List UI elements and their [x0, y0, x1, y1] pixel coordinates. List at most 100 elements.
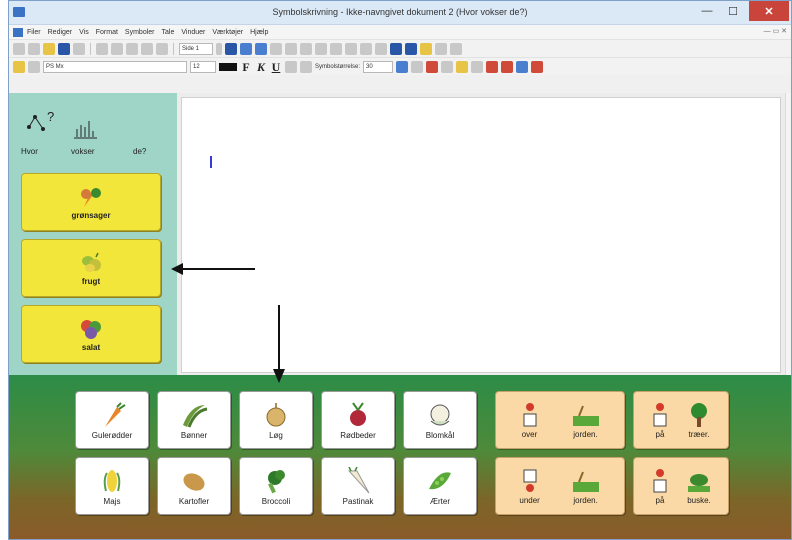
font-name-field[interactable]: PS Mx — [43, 60, 187, 73]
close-button[interactable]: ✕ — [749, 1, 789, 21]
symbol-size-label: Symbolstørrelse: — [315, 63, 361, 70]
grid-label: Kartofler — [178, 496, 210, 506]
symbol-size-field[interactable]: 30 — [363, 60, 394, 73]
phrase-button-paa-buske[interactable]: på buske. — [633, 457, 729, 515]
paste-icon[interactable] — [126, 42, 138, 55]
arrow-right-icon[interactable] — [360, 42, 372, 55]
print-icon[interactable] — [73, 42, 85, 55]
symbol-color-icon[interactable] — [426, 60, 439, 73]
vertical-scrollbar[interactable] — [785, 93, 791, 375]
cross-icon[interactable] — [486, 60, 499, 73]
font-size-field[interactable]: 12 — [190, 60, 216, 73]
pencil-icon[interactable] — [13, 60, 25, 73]
menu-tale[interactable]: Tale — [162, 29, 175, 36]
page-spinner-icon[interactable] — [216, 42, 222, 55]
align-right-icon[interactable] — [255, 42, 267, 55]
category-label: frugt — [81, 276, 101, 286]
grid-button-majs[interactable]: Majs — [75, 457, 149, 515]
minimize-button[interactable]: — — [695, 1, 719, 21]
page-field[interactable]: Side 1 — [179, 42, 213, 55]
oval-shape-icon[interactable] — [456, 60, 469, 73]
subscript-icon[interactable] — [300, 60, 312, 73]
maximize-button[interactable]: ☐ — [721, 1, 745, 21]
phrase-word: under — [519, 495, 540, 505]
grid-button-roedbeder[interactable]: Rødbeder — [321, 391, 395, 449]
numbered-list-icon[interactable] — [330, 42, 342, 55]
grid-button-blomkaal[interactable]: Blomkål — [403, 391, 477, 449]
header-word-hvor: Hvor — [21, 147, 38, 156]
cross-small-icon[interactable] — [501, 60, 514, 73]
peas-icon — [429, 471, 451, 489]
category-button-groensager[interactable]: grønsager — [21, 173, 161, 231]
eraser-icon[interactable] — [28, 60, 40, 73]
symbol-toggle-icon[interactable] — [396, 60, 409, 73]
superscript-icon[interactable] — [285, 60, 297, 73]
settings-icon[interactable] — [435, 42, 447, 55]
symbol-text-icon[interactable] — [411, 60, 424, 73]
menu-format[interactable]: Format — [96, 29, 118, 36]
table-icon[interactable] — [405, 42, 417, 55]
grid-view-icon[interactable] — [390, 42, 402, 55]
menu-filer[interactable]: Filer — [27, 29, 41, 36]
menu-vis[interactable]: Vis — [79, 29, 89, 36]
grid-button-boenner[interactable]: Bønner — [157, 391, 231, 449]
cut-icon[interactable] — [96, 42, 108, 55]
app-window: Symbolskrivning - Ikke-navngivet dokumen… — [8, 0, 792, 540]
carrot-icon — [105, 401, 126, 427]
menu-vinduer[interactable]: Vinduer — [181, 29, 205, 36]
phrase-button-under-jorden[interactable]: under jorden. — [495, 457, 625, 515]
justify-icon[interactable] — [270, 42, 282, 55]
potato-icon — [183, 472, 205, 491]
redo-icon[interactable] — [156, 42, 168, 55]
grid-label: Gulerødder — [91, 430, 133, 440]
tree-icon — [691, 402, 707, 427]
grid-icon[interactable] — [375, 42, 387, 55]
open-folder-icon[interactable] — [43, 42, 55, 55]
standard-toolbar: Side 1 — [9, 39, 791, 57]
menu-rediger[interactable]: Rediger — [48, 29, 73, 36]
edit-icon[interactable] — [450, 42, 462, 55]
copy-icon[interactable] — [111, 42, 123, 55]
grid-button-pastinak[interactable]: Pastinak — [321, 457, 395, 515]
broccoli-icon — [268, 469, 285, 493]
save-icon[interactable] — [58, 42, 70, 55]
menu-hjaelp[interactable]: Hjælp — [250, 29, 268, 36]
document-window-controls[interactable]: — ▭ ✕ — [764, 27, 787, 35]
arrow-left-icon[interactable] — [345, 42, 357, 55]
cauliflower-icon — [430, 404, 450, 425]
italic-button[interactable]: K — [255, 61, 267, 73]
flag-icon[interactable] — [531, 60, 544, 73]
bold-button[interactable]: F — [240, 61, 252, 73]
indent-icon[interactable] — [285, 42, 297, 55]
text-color-swatch[interactable] — [219, 62, 237, 71]
grid-button-broccoli[interactable]: Broccoli — [239, 457, 313, 515]
phrase-button-over-jorden[interactable]: over jorden. — [495, 391, 625, 449]
new-document-icon[interactable] — [28, 42, 40, 55]
symbol-option-icon[interactable] — [441, 60, 454, 73]
menu-vaerktoejer[interactable]: Værktøjer — [212, 29, 243, 36]
layout-icon[interactable] — [13, 42, 25, 55]
grid-button-gulerodder[interactable]: Gulerødder — [75, 391, 149, 449]
category-panel: ? Hvor vokser de? grønsager frugt salat — [9, 93, 177, 375]
undo-icon[interactable] — [141, 42, 153, 55]
category-button-frugt[interactable]: frugt — [21, 239, 161, 297]
align-left-icon[interactable] — [225, 42, 237, 55]
svg-text:?: ? — [47, 109, 54, 124]
outdent-icon[interactable] — [300, 42, 312, 55]
fruit-icon — [82, 252, 101, 272]
phrase-button-paa-traeer[interactable]: på træer. — [633, 391, 729, 449]
grid-label: Blomkål — [425, 430, 455, 440]
frame-icon[interactable] — [471, 60, 484, 73]
grid-button-aerter[interactable]: Ærter — [403, 457, 477, 515]
underline-button[interactable]: U — [270, 61, 282, 73]
over-icon — [523, 402, 536, 426]
grid-button-loeg[interactable]: Løg — [239, 391, 313, 449]
info-icon[interactable] — [516, 60, 529, 73]
bullet-list-icon[interactable] — [315, 42, 327, 55]
grid-button-kartofler[interactable]: Kartofler — [157, 457, 231, 515]
align-center-icon[interactable] — [240, 42, 252, 55]
category-button-salat[interactable]: salat — [21, 305, 161, 363]
menu-symboler[interactable]: Symboler — [125, 29, 155, 36]
category-label: grønsager — [71, 210, 111, 220]
speaker-icon[interactable] — [420, 42, 432, 55]
